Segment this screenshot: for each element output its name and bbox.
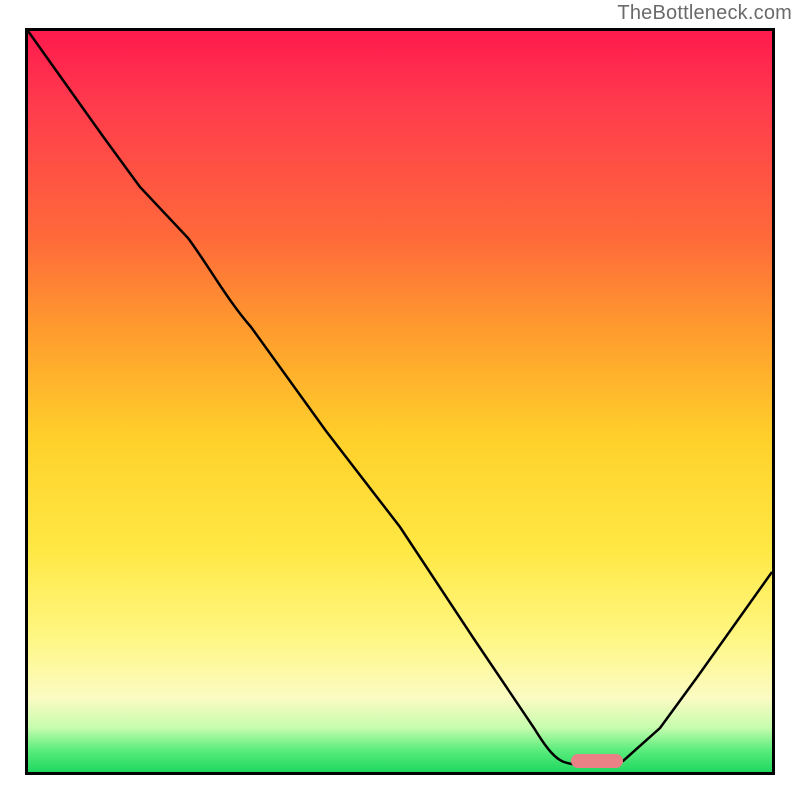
optimal-marker: [571, 754, 623, 768]
chart-overlay: [28, 31, 772, 772]
chart-page: TheBottleneck.com: [0, 0, 800, 800]
attribution-label: TheBottleneck.com: [617, 2, 792, 25]
chart-plot-area: [25, 28, 775, 775]
curve-line: [28, 31, 772, 766]
